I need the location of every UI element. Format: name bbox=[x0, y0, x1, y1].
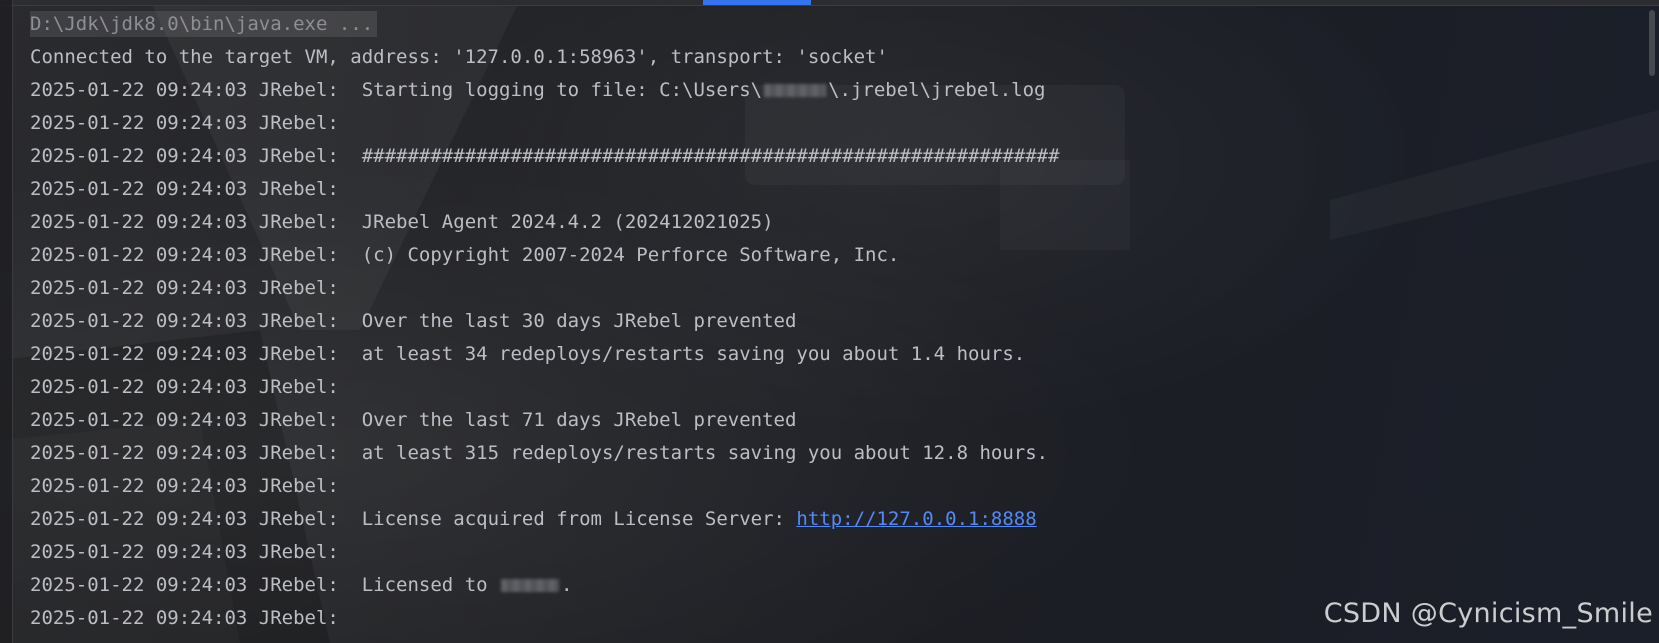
console-line: 2025-01-22 09:24:03 JRebel: Starting log… bbox=[30, 74, 1060, 107]
log-prefix: 2025-01-22 09:24:03 JRebel: bbox=[30, 376, 339, 398]
scrollbar-thumb[interactable] bbox=[1649, 10, 1655, 76]
log-message: Over the last 30 days JRebel prevented bbox=[338, 310, 797, 332]
log-message: \.jrebel\jrebel.log bbox=[828, 79, 1046, 101]
log-prefix: 2025-01-22 09:24:03 JRebel: bbox=[30, 607, 339, 629]
log-message: Starting logging to file: C:\Users\ bbox=[338, 79, 763, 101]
log-message: (c) Copyright 2007-2024 Perforce Softwar… bbox=[338, 244, 900, 266]
log-prefix: 2025-01-22 09:24:03 JRebel: bbox=[30, 244, 339, 266]
console-line: 2025-01-22 09:24:03 JRebel: bbox=[30, 536, 1060, 569]
log-prefix: 2025-01-22 09:24:03 JRebel: bbox=[30, 541, 339, 563]
top-border bbox=[0, 0, 1659, 6]
log-message: JRebel Agent 2024.4.2 (202412021025) bbox=[338, 211, 774, 233]
console-line-connected: Connected to the target VM, address: '12… bbox=[30, 46, 888, 68]
log-prefix: 2025-01-22 09:24:03 JRebel: bbox=[30, 112, 339, 134]
console-line: 2025-01-22 09:24:03 JRebel: bbox=[30, 371, 1060, 404]
log-message: License acquired from License Server: bbox=[338, 508, 797, 530]
log-prefix: 2025-01-22 09:24:03 JRebel: bbox=[30, 508, 339, 530]
java-command[interactable]: D:\Jdk\jdk8.0\bin\java.exe ... bbox=[30, 11, 378, 37]
console-line: 2025-01-22 09:24:03 JRebel: bbox=[30, 470, 1060, 503]
console-line: 2025-01-22 09:24:03 JRebel: Over the las… bbox=[30, 305, 1060, 338]
log-prefix: 2025-01-22 09:24:03 JRebel: bbox=[30, 79, 339, 101]
log-prefix: 2025-01-22 09:24:03 JRebel: bbox=[30, 442, 339, 464]
redacted-username bbox=[764, 84, 827, 97]
log-prefix: 2025-01-22 09:24:03 JRebel: bbox=[30, 145, 339, 167]
console-line-command: D:\Jdk\jdk8.0\bin\java.exe ... bbox=[30, 8, 1060, 41]
log-message: . bbox=[561, 574, 573, 596]
active-tab-indicator bbox=[703, 0, 811, 5]
console-line: 2025-01-22 09:24:03 JRebel: (c) Copyrigh… bbox=[30, 239, 1060, 272]
console-line: 2025-01-22 09:24:03 JRebel: bbox=[30, 173, 1060, 206]
console-line: 2025-01-22 09:24:03 JRebel: bbox=[30, 272, 1060, 305]
log-prefix: 2025-01-22 09:24:03 JRebel: bbox=[30, 409, 339, 431]
console-line: 2025-01-22 09:24:03 JRebel: Licensed to … bbox=[30, 569, 1060, 602]
log-message: at least 34 redeploys/restarts saving yo… bbox=[338, 343, 1026, 365]
log-prefix: 2025-01-22 09:24:03 JRebel: bbox=[30, 475, 339, 497]
console-line: 2025-01-22 09:24:03 JRebel: JRebel Agent… bbox=[30, 206, 1060, 239]
log-prefix: 2025-01-22 09:24:03 JRebel: bbox=[30, 574, 339, 596]
log-prefix: 2025-01-22 09:24:03 JRebel: bbox=[30, 178, 339, 200]
log-prefix: 2025-01-22 09:24:03 JRebel: bbox=[30, 343, 339, 365]
run-console[interactable]: D:\Jdk\jdk8.0\bin\java.exe ... Connected… bbox=[0, 0, 1659, 643]
log-prefix: 2025-01-22 09:24:03 JRebel: bbox=[30, 310, 339, 332]
license-server-link[interactable]: http://127.0.0.1:8888 bbox=[796, 508, 1036, 530]
log-message: Over the last 71 days JRebel prevented bbox=[338, 409, 797, 431]
console-line: 2025-01-22 09:24:03 JRebel: ############… bbox=[30, 140, 1060, 173]
log-prefix: 2025-01-22 09:24:03 JRebel: bbox=[30, 211, 339, 233]
redacted-licensee bbox=[501, 579, 560, 592]
console-gutter bbox=[0, 0, 13, 643]
console-line: 2025-01-22 09:24:03 JRebel: at least 34 … bbox=[30, 338, 1060, 371]
console-line: 2025-01-22 09:24:03 JRebel: at least 315… bbox=[30, 437, 1060, 470]
log-message: ########################################… bbox=[338, 145, 1060, 167]
log-message: at least 315 redeploys/restarts saving y… bbox=[338, 442, 1049, 464]
console-line: 2025-01-22 09:24:03 JRebel: License acqu… bbox=[30, 503, 1060, 536]
log-prefix: 2025-01-22 09:24:03 JRebel: bbox=[30, 277, 339, 299]
watermark: CSDN @Cynicism_Smile bbox=[1323, 598, 1653, 629]
console-line: 2025-01-22 09:24:03 JRebel: bbox=[30, 107, 1060, 140]
console-line: 2025-01-22 09:24:03 JRebel: Over the las… bbox=[30, 404, 1060, 437]
vertical-scrollbar[interactable] bbox=[1645, 0, 1659, 643]
console-output: D:\Jdk\jdk8.0\bin\java.exe ... Connected… bbox=[30, 8, 1060, 635]
log-message: Licensed to bbox=[338, 574, 500, 596]
console-line: 2025-01-22 09:24:03 JRebel: bbox=[30, 602, 1060, 635]
